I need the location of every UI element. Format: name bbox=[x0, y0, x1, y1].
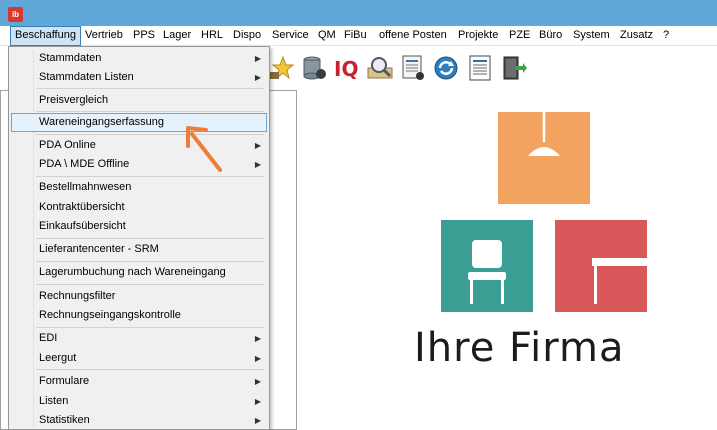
submenu-arrow-icon: ▶ bbox=[254, 141, 261, 150]
menu-item-edi[interactable]: EDI ▶ bbox=[11, 329, 267, 348]
menu-separator bbox=[36, 284, 264, 285]
menu-item-label: Preisvergleich bbox=[39, 94, 109, 106]
menu-item-label: Statistiken bbox=[39, 414, 90, 426]
menu-item-label: EDI bbox=[39, 332, 58, 344]
menu-item-label: PDA Online bbox=[39, 139, 96, 151]
menu-separator bbox=[36, 88, 264, 89]
menu-item-bestellmahnwesen[interactable]: Bestellmahnwesen bbox=[11, 178, 267, 197]
magnifier-icon[interactable] bbox=[366, 54, 394, 82]
menu-item-label: Wareneingangserfassung bbox=[39, 116, 164, 128]
title-bar: ib bbox=[0, 0, 717, 26]
menu-item-einkaufsuebersicht[interactable]: Einkaufsübersicht bbox=[11, 217, 267, 236]
menu-item-stammdaten-listen[interactable]: Stammdaten Listen ▶ bbox=[11, 68, 267, 87]
menu-buero[interactable]: Büro bbox=[535, 26, 566, 46]
database-icon[interactable] bbox=[300, 54, 328, 82]
menu-item-label: Rechnungseingangskontrolle bbox=[39, 309, 181, 321]
menu-item-label: Lagerumbuchung nach Wareneingang bbox=[39, 266, 226, 278]
menu-item-formulare[interactable]: Formulare ▶ bbox=[11, 372, 267, 391]
document-list-icon[interactable] bbox=[466, 54, 494, 82]
menu-item-label: Stammdaten bbox=[39, 52, 102, 64]
menu-qm[interactable]: QM bbox=[314, 26, 340, 46]
menu-vertrieb[interactable]: Vertrieb bbox=[81, 26, 127, 46]
app-logo-icon[interactable]: ib bbox=[8, 7, 23, 22]
menu-item-listen[interactable]: Listen ▶ bbox=[11, 392, 267, 411]
submenu-arrow-icon: ▶ bbox=[254, 377, 261, 386]
menu-hrl[interactable]: HRL bbox=[197, 26, 227, 46]
menu-item-kontraktuebersicht[interactable]: Kontraktübersicht bbox=[11, 198, 267, 217]
exit-door-icon[interactable] bbox=[500, 54, 528, 82]
menu-item-statistiken[interactable]: Statistiken ▶ bbox=[11, 411, 267, 430]
menu-item-label: Rechnungsfilter bbox=[39, 290, 116, 302]
menu-item-label: Kontraktübersicht bbox=[39, 201, 125, 213]
submenu-arrow-icon: ▶ bbox=[254, 397, 261, 406]
menu-projekte[interactable]: Projekte bbox=[454, 26, 502, 46]
company-logo-text: Ihre Firma bbox=[414, 325, 625, 371]
menu-offene-posten[interactable]: offene Posten bbox=[375, 26, 451, 46]
menu-item-stammdaten[interactable]: Stammdaten ▶ bbox=[11, 49, 267, 68]
menu-fibu[interactable]: FiBu bbox=[340, 26, 371, 46]
menu-help[interactable]: ? bbox=[659, 26, 673, 46]
menu-service[interactable]: Service bbox=[268, 26, 313, 46]
menu-item-lagerumbuchung[interactable]: Lagerumbuchung nach Wareneingang bbox=[11, 263, 267, 282]
submenu-arrow-icon: ▶ bbox=[254, 334, 261, 343]
submenu-arrow-icon: ▶ bbox=[254, 354, 261, 363]
menu-separator bbox=[36, 327, 264, 328]
menu-separator bbox=[36, 176, 264, 177]
menu-item-lieferantencenter[interactable]: Lieferantencenter - SRM bbox=[11, 240, 267, 259]
submenu-arrow-icon: ▶ bbox=[254, 73, 261, 82]
menu-pps[interactable]: PPS bbox=[129, 26, 159, 46]
menu-item-label: PDA \ MDE Offline bbox=[39, 158, 130, 170]
beschaffung-dropdown-menu: Stammdaten ▶ Stammdaten Listen ▶ Preisverg… bbox=[8, 46, 270, 430]
menu-item-rechnungsfilter[interactable]: Rechnungsfilter bbox=[11, 287, 267, 306]
iq-icon[interactable]: IQ bbox=[332, 54, 360, 82]
menu-beschaffung[interactable]: Beschaffung bbox=[10, 26, 81, 46]
menu-zusatz[interactable]: Zusatz bbox=[616, 26, 657, 46]
menu-item-label: Einkaufsübersicht bbox=[39, 220, 126, 232]
menu-separator bbox=[36, 261, 264, 262]
menu-lager[interactable]: Lager bbox=[159, 26, 195, 46]
menu-bar: Beschaffung Vertrieb PPS Lager HRL Dispo… bbox=[0, 26, 717, 46]
report-icon[interactable] bbox=[399, 54, 427, 82]
menu-item-label: Listen bbox=[39, 395, 69, 407]
submenu-arrow-icon: ▶ bbox=[254, 416, 261, 425]
toolbar: IQ bbox=[260, 46, 717, 86]
menu-dispo[interactable]: Dispo bbox=[229, 26, 265, 46]
menu-separator bbox=[36, 369, 264, 370]
star-icon[interactable] bbox=[266, 54, 294, 82]
menu-item-preisvergleich[interactable]: Preisvergleich bbox=[11, 91, 267, 110]
menu-separator bbox=[36, 238, 264, 239]
iq-icon-label: IQ bbox=[334, 57, 358, 81]
menu-item-label: Leergut bbox=[39, 352, 77, 364]
menu-pze[interactable]: PZE bbox=[505, 26, 534, 46]
menu-item-leergut[interactable]: Leergut ▶ bbox=[11, 349, 267, 368]
menu-separator bbox=[36, 111, 264, 112]
menu-system[interactable]: System bbox=[569, 26, 614, 46]
submenu-arrow-icon: ▶ bbox=[254, 160, 261, 169]
menu-item-label: Lieferantencenter - SRM bbox=[39, 243, 159, 255]
menu-item-rechnungseingangskontrolle[interactable]: Rechnungseingangskontrolle bbox=[11, 306, 267, 325]
menu-item-label: Bestellmahnwesen bbox=[39, 181, 132, 193]
annotation-arrow-icon bbox=[186, 126, 222, 172]
submenu-arrow-icon: ▶ bbox=[254, 54, 261, 63]
menu-item-label: Formulare bbox=[39, 375, 90, 387]
refresh-icon[interactable] bbox=[432, 54, 460, 82]
menu-item-label: Stammdaten Listen bbox=[39, 71, 134, 83]
